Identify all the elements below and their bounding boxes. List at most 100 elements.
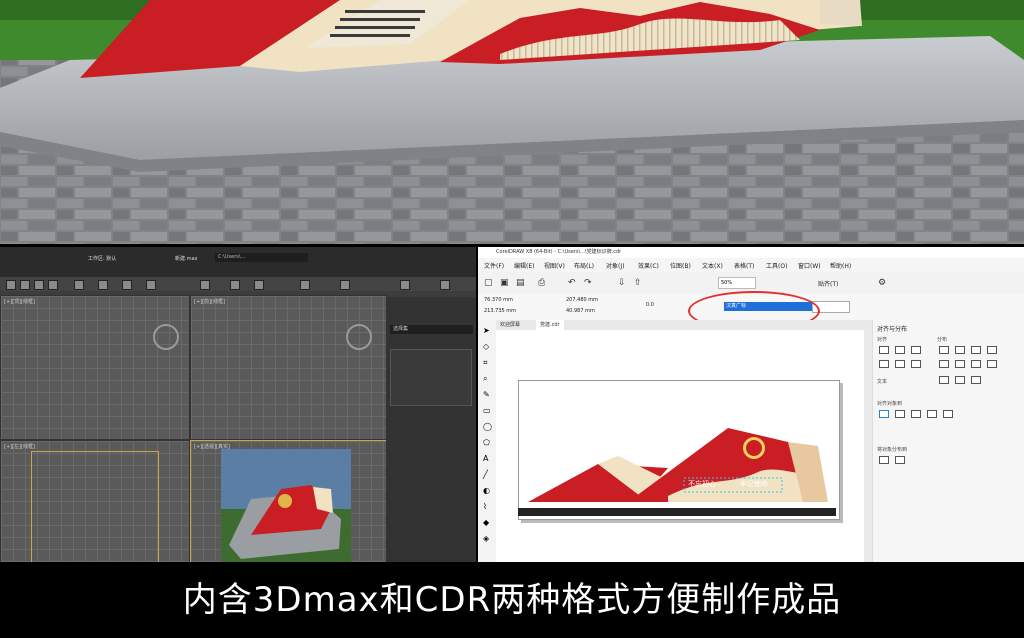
viewport-front[interactable]: [+][前][线框] xyxy=(190,295,387,440)
align-top-icon[interactable] xyxy=(879,360,889,368)
export-icon[interactable]: ⇧ xyxy=(634,278,642,288)
print-icon[interactable]: ⎙ xyxy=(538,278,545,288)
material-editor-icon[interactable] xyxy=(200,280,210,290)
settings-icon[interactable]: ⚙ xyxy=(878,278,886,288)
undo-icon[interactable]: ↶ xyxy=(568,278,576,288)
fill-tool-icon[interactable]: ◆ xyxy=(483,518,489,527)
drawing-canvas[interactable]: 不忘初心 牢记使命 xyxy=(496,330,874,562)
viewport-top[interactable]: [+][顶][线框] xyxy=(0,295,190,440)
align-bottom-icon[interactable] xyxy=(911,360,921,368)
shape-tool-icon[interactable]: ◇ xyxy=(483,342,489,351)
page-center-icon[interactable] xyxy=(911,410,921,418)
align-tool-icon[interactable] xyxy=(146,280,156,290)
align-right-icon[interactable] xyxy=(911,346,921,354)
distribute-vspace-icon[interactable] xyxy=(987,360,997,368)
outline-tool-icon[interactable]: ◈ xyxy=(483,534,489,543)
y-position-field[interactable]: 213.735 mm xyxy=(484,308,516,314)
viewport-left[interactable]: [+][左][线框] xyxy=(0,440,190,562)
eyedropper-tool-icon[interactable]: ⌇ xyxy=(483,502,487,511)
viewcube-icon[interactable] xyxy=(346,324,372,350)
specified-point-icon[interactable] xyxy=(943,410,953,418)
rectangle-tool-icon[interactable]: ▭ xyxy=(483,406,491,415)
active-objects-icon[interactable] xyxy=(879,410,889,418)
rotate-tool-icon[interactable] xyxy=(34,280,44,290)
render-icon[interactable] xyxy=(254,280,264,290)
menu-layout[interactable]: 布局(L) xyxy=(574,261,594,270)
vertical-scrollbar[interactable] xyxy=(864,330,872,562)
width-field[interactable]: 207.480 mm xyxy=(566,297,598,303)
text-tool-icon[interactable]: A xyxy=(483,454,488,463)
import-icon[interactable]: ⇩ xyxy=(618,278,626,288)
menu-text[interactable]: 文本(X) xyxy=(702,261,723,270)
page-extent-icon[interactable] xyxy=(895,456,905,464)
pick-tool-icon[interactable]: ➤ xyxy=(483,326,490,335)
snap-to-menu[interactable]: 贴齐(T) xyxy=(818,279,838,288)
tab-document[interactable]: 党建.cdr xyxy=(536,320,564,330)
save-icon[interactable]: ▤ xyxy=(516,278,525,288)
tab-welcome[interactable]: 欢迎屏幕 xyxy=(500,321,520,328)
max-path-field[interactable]: C:\Users\... xyxy=(215,253,308,262)
text-baseline-icon[interactable] xyxy=(955,376,965,384)
menu-table[interactable]: 表格(T) xyxy=(734,261,754,270)
zoom-tool-icon[interactable]: ⌕ xyxy=(483,374,487,384)
menu-edit[interactable]: 编辑(E) xyxy=(514,261,534,270)
height-field[interactable]: 40.987 mm xyxy=(566,308,595,314)
menu-object[interactable]: 对象(J) xyxy=(606,261,624,270)
distribute-bottom-icon[interactable] xyxy=(971,360,981,368)
menu-effects[interactable]: 效果(C) xyxy=(638,261,659,270)
new-file-icon[interactable]: ▢ xyxy=(484,278,493,288)
menu-file[interactable]: 文件(F) xyxy=(484,261,504,270)
open-file-icon[interactable]: ▣ xyxy=(500,278,509,288)
shadow-tool-icon[interactable]: ◐ xyxy=(483,486,490,495)
sign-text-right: 牢记使命 xyxy=(740,479,768,488)
x-position-field[interactable]: 76.370 mm xyxy=(484,297,513,303)
menu-bitmap[interactable]: 位图(B) xyxy=(670,261,691,270)
scale-tool-icon[interactable] xyxy=(48,280,58,290)
zoom-select[interactable]: 50% xyxy=(718,277,756,289)
graph-editor-icon[interactable] xyxy=(340,280,350,290)
menu-view[interactable]: 视图(V) xyxy=(544,261,565,270)
align-section-label: 对齐 xyxy=(877,337,888,343)
redo-icon[interactable]: ↷ xyxy=(584,278,592,288)
rotation-angle-field[interactable]: 0.0 xyxy=(646,302,654,308)
render-setup-icon[interactable] xyxy=(230,280,240,290)
command-panel-dropdown[interactable]: 选择集 xyxy=(390,325,473,334)
move-tool-icon[interactable] xyxy=(20,280,30,290)
ellipse-tool-icon[interactable]: ◯ xyxy=(483,422,492,431)
viewport-perspective[interactable]: [+][透视][真实] xyxy=(190,440,387,562)
mirror-tool-icon[interactable] xyxy=(122,280,132,290)
page-edge-icon[interactable] xyxy=(895,410,905,418)
text-first-line-icon[interactable] xyxy=(971,376,981,384)
snap-tool-icon[interactable] xyxy=(98,280,108,290)
link-tool-icon[interactable] xyxy=(74,280,84,290)
crop-tool-icon[interactable]: ⌗ xyxy=(483,358,488,368)
grid-icon[interactable] xyxy=(927,410,937,418)
menu-help[interactable]: 帮助(H) xyxy=(830,261,851,270)
distribute-top-icon[interactable] xyxy=(939,360,949,368)
command-panel-list[interactable] xyxy=(390,349,472,406)
align-left-icon[interactable] xyxy=(879,346,889,354)
text-align-icon[interactable] xyxy=(939,376,949,384)
teapot-render-icon[interactable] xyxy=(440,280,450,290)
distribute-middle-icon[interactable] xyxy=(955,360,965,368)
polygon-tool-icon[interactable]: ⬠ xyxy=(483,438,490,447)
menu-tools[interactable]: 工具(O) xyxy=(766,261,787,270)
sign-artwork[interactable]: 不忘初心 牢记使命 xyxy=(518,416,838,520)
layer-icon[interactable] xyxy=(300,280,310,290)
render-frame-icon[interactable] xyxy=(400,280,410,290)
distribute-section-label: 分布 xyxy=(937,337,948,343)
distribute-space-icon[interactable] xyxy=(987,346,997,354)
cdr-property-bar: 76.370 mm 213.735 mm 207.480 mm 40.987 m… xyxy=(478,291,1024,331)
max-workspace-label: 工作区: 默认 xyxy=(88,256,117,262)
menu-window[interactable]: 窗口(W) xyxy=(798,261,821,270)
freehand-tool-icon[interactable]: ✎ xyxy=(483,390,490,399)
align-center-icon[interactable] xyxy=(895,346,905,354)
connector-tool-icon[interactable]: ╱ xyxy=(483,470,488,479)
select-tool-icon[interactable] xyxy=(6,280,16,290)
selection-extent-icon[interactable] xyxy=(879,456,889,464)
viewcube-icon[interactable] xyxy=(153,324,179,350)
distribute-left-icon[interactable] xyxy=(939,346,949,354)
align-middle-icon[interactable] xyxy=(895,360,905,368)
distribute-right-icon[interactable] xyxy=(971,346,981,354)
distribute-center-icon[interactable] xyxy=(955,346,965,354)
